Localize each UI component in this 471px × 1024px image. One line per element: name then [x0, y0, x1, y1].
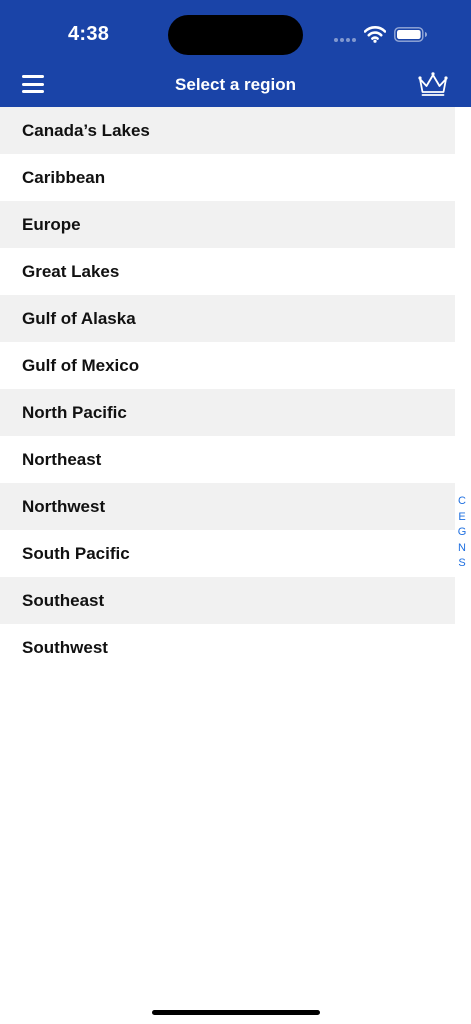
region-row[interactable]: Gulf of Mexico: [0, 342, 455, 389]
region-row[interactable]: Europe: [0, 201, 455, 248]
region-row[interactable]: North Pacific: [0, 389, 455, 436]
region-row[interactable]: Southeast: [0, 577, 455, 624]
region-row[interactable]: Caribbean: [0, 154, 455, 201]
section-index-letter[interactable]: N: [452, 541, 471, 557]
status-time: 4:38: [68, 23, 110, 45]
region-row[interactable]: Southwest: [0, 624, 455, 671]
section-index-letter[interactable]: G: [452, 525, 471, 541]
nav-header: 4:38 Select a region: [0, 0, 471, 107]
section-index[interactable]: C E G N S: [452, 494, 471, 572]
section-index-letter[interactable]: S: [452, 556, 471, 572]
region-row[interactable]: Northwest: [0, 483, 455, 530]
dynamic-island: [168, 15, 303, 55]
region-row[interactable]: South Pacific: [0, 530, 455, 577]
wifi-icon: [364, 26, 386, 43]
section-index-letter[interactable]: E: [452, 510, 471, 526]
region-row[interactable]: Great Lakes: [0, 248, 455, 295]
region-row[interactable]: Northeast: [0, 436, 455, 483]
region-row[interactable]: Gulf of Alaska: [0, 295, 455, 342]
region-row[interactable]: Canada’s Lakes: [0, 107, 455, 154]
cellular-signal-icon: [334, 38, 360, 43]
home-indicator[interactable]: [152, 1010, 320, 1015]
region-list: Canada’s Lakes Caribbean Europe Great La…: [0, 107, 455, 671]
page-title: Select a region: [175, 75, 296, 94]
battery-icon: [394, 27, 427, 42]
section-index-letter[interactable]: C: [452, 494, 471, 510]
crown-icon[interactable]: [416, 70, 450, 98]
